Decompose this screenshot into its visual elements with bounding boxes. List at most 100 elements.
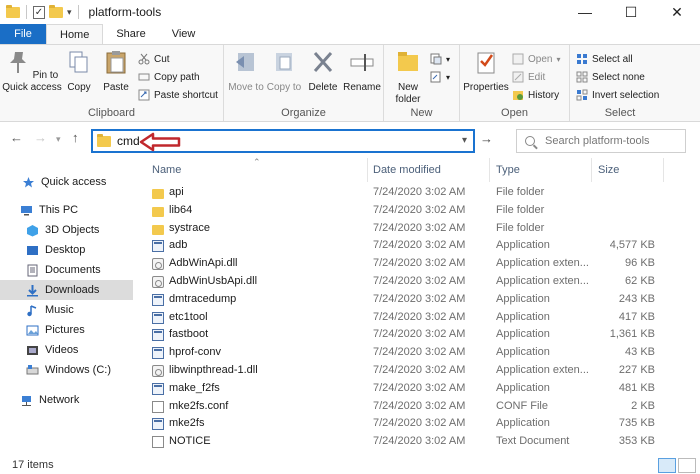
details-view-button[interactable] [658, 458, 676, 473]
rename-button[interactable]: Rename [342, 49, 382, 94]
clipboard-group: Pin to Quick access Copy Paste Cut Copy … [0, 45, 224, 121]
cut-button[interactable]: Cut [138, 51, 170, 67]
new-folder-button[interactable]: New folder [390, 49, 426, 106]
file-row[interactable]: NOTICE 7/24/2020 3:02 AM Text Document 353 … [140, 433, 700, 451]
column-header-date[interactable]: Date modified [373, 164, 441, 176]
file-name: lib64 [169, 203, 193, 216]
history-icon [513, 91, 523, 100]
file-row[interactable]: adb 7/24/2020 3:02 AM Application 4,577 KB [140, 237, 700, 255]
delete-button[interactable]: Delete [306, 49, 340, 94]
paste-shortcut-button[interactable]: Paste shortcut [138, 87, 218, 103]
file-size: 481 KB [618, 381, 655, 394]
column-divider[interactable] [591, 158, 592, 182]
nav-item-this-pc[interactable]: This PC [0, 200, 133, 220]
ribbon-tabs: File Home Share View [0, 24, 700, 44]
file-row[interactable]: dmtracedump 7/24/2020 3:02 AM Application 2… [140, 291, 700, 309]
file-row[interactable]: api 7/24/2020 3:02 AM File folder [140, 184, 700, 202]
history-button[interactable]: History [512, 87, 559, 103]
copy-button[interactable]: Copy [64, 49, 94, 94]
tab-home[interactable]: Home [46, 24, 104, 44]
move-to-icon [236, 53, 254, 71]
recent-locations-chevron-icon[interactable]: ▾ [56, 134, 61, 145]
address-input[interactable]: cmd [117, 134, 140, 148]
dropdown-arrow-icon: ▾ [446, 72, 451, 82]
file-row[interactable]: hprof-conv 7/24/2020 3:02 AM Application 43… [140, 344, 700, 362]
forward-arrow-icon[interactable]: → [34, 130, 47, 145]
close-button[interactable]: ✕ [654, 0, 700, 24]
go-arrow-icon[interactable]: → [480, 131, 493, 146]
cube-icon [27, 224, 38, 236]
maximize-button[interactable]: ☐ [608, 0, 654, 24]
chevron-down-icon[interactable]: ▾ [462, 135, 467, 146]
copy-path-button[interactable]: Copy path [138, 69, 200, 85]
search-placeholder: Search platform-tools [545, 135, 650, 147]
column-header-name[interactable]: Name [152, 164, 181, 176]
dropdown-arrow-icon: ▾ [556, 54, 561, 64]
file-row[interactable]: fastboot 7/24/2020 3:02 AM Application 1,36… [140, 326, 700, 344]
column-header-size[interactable]: Size [598, 164, 619, 176]
nav-item-downloads[interactable]: Downloads [0, 280, 133, 300]
search-box[interactable]: Search platform-tools [516, 129, 686, 153]
nav-item-desktop[interactable]: Desktop [0, 240, 133, 260]
new-item-button[interactable]: ▾ [430, 51, 450, 67]
nav-item-pictures[interactable]: Pictures [0, 320, 133, 340]
up-arrow-icon[interactable]: ↑ [72, 130, 79, 145]
file-row[interactable]: make_f2fs 7/24/2020 3:02 AM Application 481… [140, 380, 700, 398]
large-icons-view-button[interactable] [678, 458, 696, 473]
nav-item-3d-objects[interactable]: 3D Objects [0, 220, 133, 240]
file-row[interactable]: lib64 7/24/2020 3:02 AM File folder [140, 202, 700, 220]
select-all-button[interactable]: Select all [576, 51, 633, 67]
tab-view[interactable]: View [159, 24, 209, 44]
column-divider[interactable] [489, 158, 490, 182]
file-row[interactable]: etc1tool 7/24/2020 3:02 AM Application 417 … [140, 309, 700, 327]
music-icon [27, 304, 37, 316]
pin-to-quick-access-button[interactable]: Pin to Quick access [2, 49, 62, 94]
copy-to-button[interactable]: Copy to [266, 49, 302, 94]
new-folder-icon[interactable] [49, 4, 63, 18]
file-row[interactable]: AdbWinUsbApi.dll 7/24/2020 3:02 AM Applica… [140, 273, 700, 291]
easy-access-button[interactable]: ▾ [430, 69, 450, 85]
tab-share[interactable]: Share [103, 24, 158, 44]
file-date-modified: 7/24/2020 3:02 AM [373, 221, 466, 234]
paste-button[interactable]: Paste [100, 49, 132, 94]
nav-item-videos[interactable]: Videos [0, 340, 133, 360]
column-header-type[interactable]: Type [496, 164, 520, 176]
invert-selection-icon [576, 89, 588, 101]
invert-selection-button[interactable]: Invert selection [576, 87, 659, 103]
move-to-button[interactable]: Move to [228, 49, 264, 94]
folder-icon [152, 189, 164, 199]
new-item-icon [430, 53, 442, 65]
file-size: 417 KB [618, 310, 655, 323]
navigation-bar: ← → ▾ ↑ cmd ▾ → Search platform-tools [0, 122, 700, 158]
open-button[interactable]: Open ▾ [512, 51, 560, 67]
tab-file[interactable]: File [0, 24, 46, 44]
file-size: 96 KB [625, 257, 655, 270]
nav-item-quick-access[interactable]: Quick access [0, 172, 133, 192]
file-size: 4,577 KB [609, 239, 655, 252]
edit-button[interactable]: Edit [512, 69, 545, 85]
file-row[interactable]: mke2fs.conf 7/24/2020 3:02 AM CONF File 2 K… [140, 398, 700, 416]
file-row[interactable]: AdbWinApi.dll 7/24/2020 3:02 AM Applicatio… [140, 255, 700, 273]
minimize-button[interactable]: — [562, 0, 608, 24]
file-row[interactable]: mke2fs 7/24/2020 3:02 AM Application 735 KB [140, 415, 700, 433]
nav-item-music[interactable]: Music [0, 300, 133, 320]
file-row[interactable]: systrace 7/24/2020 3:02 AM File folder [140, 220, 700, 238]
nav-item-network[interactable]: Network [0, 390, 133, 410]
open-group: Properties Open ▾ Edit History Open [460, 45, 570, 121]
customize-toolbar-icon[interactable]: ▾ [67, 7, 72, 18]
file-row[interactable]: libwinpthread-1.dll 7/24/2020 3:02 AM Appl… [140, 362, 700, 380]
file-size: 1,361 KB [609, 328, 655, 341]
column-divider[interactable] [663, 158, 664, 182]
nav-item-windows-c[interactable]: Windows (C:) [0, 360, 133, 380]
window-title: platform-tools [88, 5, 162, 19]
star-icon [23, 176, 34, 187]
videos-icon [27, 345, 38, 355]
nav-item-documents[interactable]: Documents [0, 260, 133, 280]
file-size: 2 KB [631, 399, 655, 412]
column-divider[interactable] [367, 158, 368, 182]
select-none-button[interactable]: Select none [576, 69, 645, 85]
back-arrow-icon[interactable]: ← [10, 130, 23, 145]
properties-button[interactable]: Properties [462, 49, 510, 94]
file-name: systrace [169, 221, 210, 234]
properties-check-icon[interactable]: ✓ [33, 5, 45, 19]
